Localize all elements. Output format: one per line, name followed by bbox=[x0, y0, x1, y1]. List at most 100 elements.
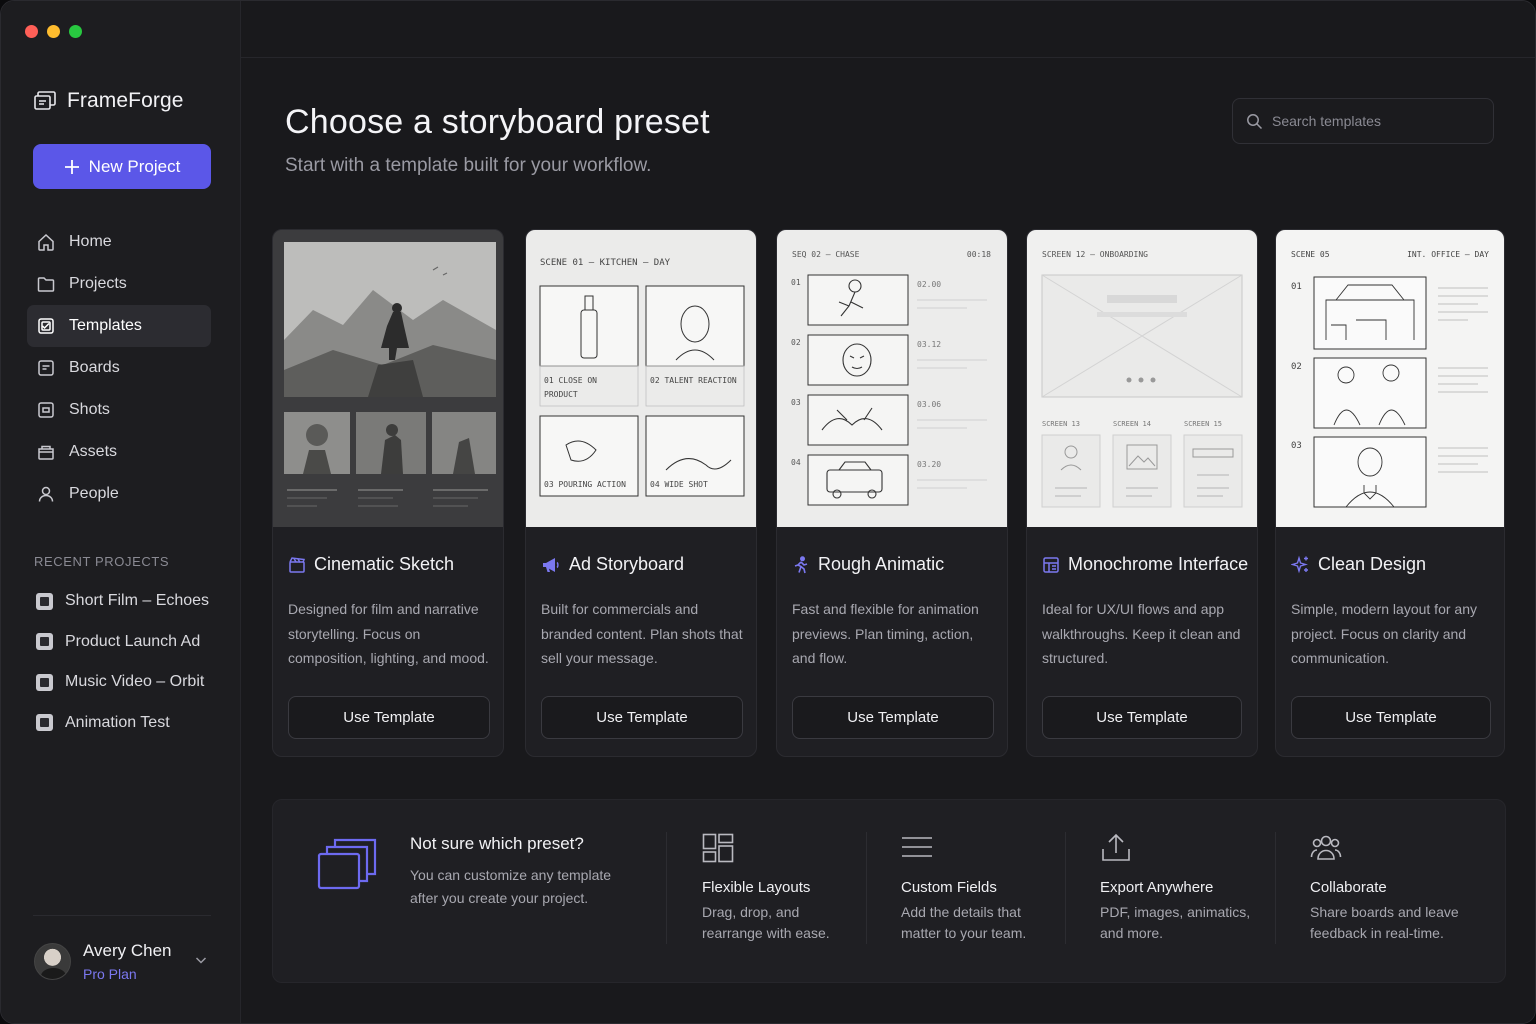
recent-project-item[interactable]: Short Film – Echoes bbox=[27, 581, 227, 622]
feature-export-anywhere: Export Anywhere PDF, images, animatics, … bbox=[1100, 833, 1300, 944]
sidebar-item-shots[interactable]: Shots bbox=[27, 389, 211, 431]
brand[interactable]: FrameForge bbox=[33, 89, 184, 113]
sidebar-item-label: Assets bbox=[69, 443, 118, 460]
search-box[interactable] bbox=[1232, 98, 1494, 144]
sidebar-item-people[interactable]: People bbox=[27, 473, 211, 515]
clapperboard-icon bbox=[288, 556, 306, 574]
sidebar-item-label: Templates bbox=[69, 317, 142, 334]
chevron-down-icon[interactable] bbox=[194, 953, 208, 967]
templates-icon bbox=[36, 316, 56, 336]
row-number: 03 bbox=[1291, 441, 1302, 451]
sidebar-nav: Home Projects Templates Boards Shots Ass… bbox=[27, 221, 211, 515]
feature-text: Drag, drop, and rearrange with ease. bbox=[702, 904, 830, 941]
card-title: Cinematic Sketch bbox=[314, 554, 455, 574]
home-icon bbox=[36, 232, 56, 252]
user-menu[interactable]: Avery Chen Pro Plan bbox=[34, 939, 214, 983]
board-icon bbox=[36, 358, 56, 378]
row-number: 04 bbox=[791, 458, 801, 467]
feature-title: Flexible Layouts bbox=[702, 879, 811, 896]
row-time: 03.06 bbox=[917, 400, 942, 409]
sidebar-item-home[interactable]: Home bbox=[27, 221, 211, 263]
new-project-button[interactable]: New Project bbox=[33, 144, 211, 189]
monochrome-interface-preview: SCREEN 12 – ONBOARDING SCREEN 13 SCREEN … bbox=[1027, 230, 1257, 527]
use-template-button[interactable]: Use Template bbox=[288, 696, 490, 739]
card-header: Cinematic Sketch bbox=[288, 554, 454, 575]
template-card-clean-design[interactable]: SCENE 05 INT. OFFICE – DAY 01 02 03 Clea… bbox=[1275, 229, 1505, 757]
recent-project-label: Product Launch Ad bbox=[65, 632, 201, 650]
search-input[interactable] bbox=[1272, 113, 1482, 129]
card-header: Rough Animatic bbox=[792, 554, 944, 575]
feature-text: Share boards and leave feedback in real-… bbox=[1310, 904, 1459, 941]
recent-project-label: Short Film – Echoes bbox=[65, 592, 210, 610]
feature-divider bbox=[1275, 832, 1276, 944]
rough-animatic-preview: SEQ 02 – CHASE 00:18 01 02 03 04 02.00 0… bbox=[777, 230, 1007, 527]
recent-project-item[interactable]: Animation Test bbox=[27, 703, 227, 744]
sidebar-item-assets[interactable]: Assets bbox=[27, 431, 211, 473]
row-number: 01 bbox=[1291, 282, 1302, 292]
panel-caption: 01 CLOSE ON PRODUCT bbox=[544, 376, 597, 399]
main-content: Choose a storyboard preset Start with a … bbox=[241, 58, 1535, 1023]
use-template-button[interactable]: Use Template bbox=[541, 696, 743, 739]
card-title: Monochrome Interface bbox=[1068, 554, 1249, 574]
lines-icon bbox=[901, 833, 1101, 865]
recent-project-item[interactable]: Product Launch Ad bbox=[27, 622, 227, 663]
layout-grid-icon bbox=[702, 833, 902, 865]
avatar bbox=[34, 942, 71, 980]
use-template-button[interactable]: Use Template bbox=[792, 696, 994, 739]
recent-projects-list: Short Film – Echoes Product Launch Ad Mu… bbox=[27, 581, 227, 743]
sidebar-item-label: Projects bbox=[69, 275, 127, 292]
app-name: FrameForge bbox=[67, 89, 184, 112]
help-title: Not sure which preset? bbox=[410, 834, 584, 853]
card-description: Designed for film and narrative storytel… bbox=[288, 601, 489, 666]
search-icon bbox=[1246, 113, 1263, 130]
frameforge-logo-icon bbox=[33, 89, 57, 113]
assets-icon bbox=[36, 442, 56, 462]
upload-icon bbox=[1100, 833, 1300, 865]
help-panel: Not sure which preset? You can customize… bbox=[272, 799, 1506, 983]
use-template-button[interactable]: Use Template bbox=[1291, 696, 1491, 739]
card-header: Clean Design bbox=[1291, 554, 1426, 575]
folder-icon bbox=[36, 274, 56, 294]
feature-flexible-layouts: Flexible Layouts Drag, drop, and rearran… bbox=[702, 833, 902, 944]
minimize-window-button[interactable] bbox=[47, 25, 60, 38]
sparkle-icon bbox=[1291, 555, 1310, 574]
maximize-window-button[interactable] bbox=[69, 25, 82, 38]
sidebar-item-boards[interactable]: Boards bbox=[27, 347, 211, 389]
sidebar-item-templates[interactable]: Templates bbox=[27, 305, 211, 347]
screen-label: SCREEN 15 bbox=[1184, 420, 1222, 428]
running-figure-icon bbox=[792, 555, 810, 574]
row-time: 03.12 bbox=[917, 340, 942, 349]
page-subtitle: Start with a template built for your wor… bbox=[285, 155, 652, 176]
card-title: Clean Design bbox=[1318, 554, 1427, 574]
feature-custom-fields: Custom Fields Add the details that matte… bbox=[901, 833, 1101, 944]
feature-text: Add the details that matter to your team… bbox=[901, 904, 1027, 941]
recent-project-label: Music Video – Orbit bbox=[65, 673, 205, 691]
plus-icon bbox=[64, 159, 80, 175]
feature-title: Collaborate bbox=[1310, 879, 1387, 896]
feature-collaborate: Collaborate Share boards and leave feedb… bbox=[1310, 833, 1510, 944]
row-number: 01 bbox=[791, 278, 801, 287]
panel-caption: 04 WIDE SHOT bbox=[650, 480, 708, 489]
template-card-monochrome-interface[interactable]: SCREEN 12 – ONBOARDING SCREEN 13 SCREEN … bbox=[1026, 229, 1258, 757]
ad-storyboard-preview: SCENE 01 – KITCHEN – DAY 01 CLOSE ON PRO… bbox=[526, 230, 756, 527]
use-template-button[interactable]: Use Template bbox=[1042, 696, 1242, 739]
template-card-ad-storyboard[interactable]: SCENE 01 – KITCHEN – DAY 01 CLOSE ON PRO… bbox=[525, 229, 757, 757]
template-card-rough-animatic[interactable]: SEQ 02 – CHASE 00:18 01 02 03 04 02.00 0… bbox=[776, 229, 1008, 757]
people-icon bbox=[1310, 833, 1510, 865]
close-window-button[interactable] bbox=[25, 25, 38, 38]
card-description: Built for commercials and branded conten… bbox=[541, 601, 743, 666]
user-info: Avery Chen Pro Plan bbox=[83, 941, 172, 982]
recent-project-label: Animation Test bbox=[65, 713, 170, 731]
sidebar-item-label: People bbox=[69, 485, 119, 502]
shot-icon bbox=[36, 400, 56, 420]
template-card-cinematic-sketch[interactable]: Cinematic Sketch Designed for film and n… bbox=[272, 229, 504, 757]
recent-project-item[interactable]: Music Video – Orbit bbox=[27, 662, 227, 703]
card-description: Ideal for UX/UI flows and app walkthroug… bbox=[1042, 601, 1241, 666]
screen-label: SCREEN 13 bbox=[1042, 420, 1080, 428]
sidebar-item-label: Boards bbox=[69, 359, 120, 376]
help-text: You can customize any template after you… bbox=[410, 867, 612, 906]
stacked-frames-icon bbox=[317, 837, 377, 893]
sidebar-item-projects[interactable]: Projects bbox=[27, 263, 211, 305]
card-description: Simple, modern layout for any project. F… bbox=[1291, 601, 1477, 666]
row-time: 03.20 bbox=[917, 460, 942, 469]
